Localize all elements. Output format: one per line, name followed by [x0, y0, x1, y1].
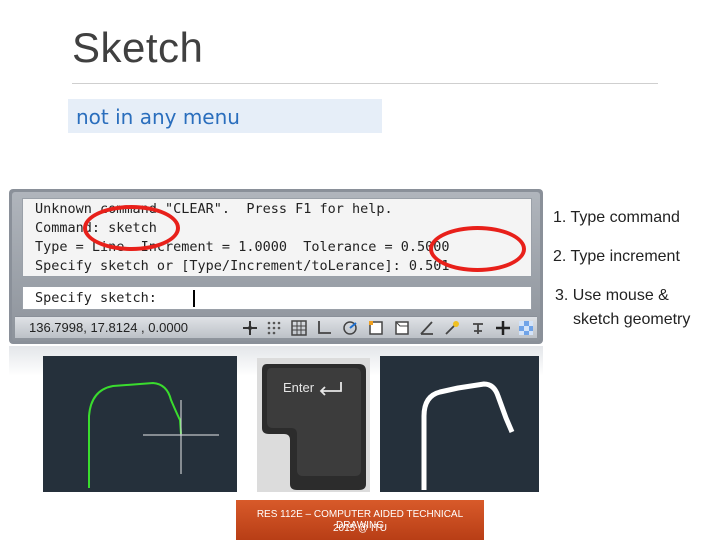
enter-key-label: Enter: [283, 380, 315, 395]
history-line: Specify sketch or [Type/Increment/toLera…: [35, 258, 450, 274]
status-bar: 136.7998, 17.8124 , 0.0000: [15, 316, 537, 338]
footer: RES 112E – COMPUTER AIDED TECHNICAL DRAW…: [236, 500, 484, 540]
polar-icon[interactable]: [341, 319, 359, 337]
command-input[interactable]: Specify sketch:: [22, 286, 532, 310]
history-line: Unknown command "CLEAR". Press F1 for he…: [35, 201, 393, 217]
text-cursor: [193, 290, 195, 307]
snap-icon[interactable]: [241, 319, 259, 337]
step-1: 1. Type command: [553, 209, 680, 226]
highlight-ellipse-tolerance: [429, 226, 526, 272]
command-prompt: Specify sketch:: [35, 290, 157, 306]
3d-osnap-icon[interactable]: [393, 319, 411, 337]
step-3: 3. Use mouse &: [555, 287, 669, 304]
dyn-icon[interactable]: [469, 319, 487, 337]
crosshair-cursor: [143, 400, 219, 474]
highlight-ellipse-command: [83, 205, 180, 251]
grid-icon[interactable]: [290, 319, 308, 337]
transparency-icon[interactable]: [517, 319, 535, 337]
sketch-preview-drawing: [88, 381, 219, 488]
enter-key-icon: Enter: [262, 364, 366, 490]
step-3-continued: sketch geometry: [573, 311, 691, 328]
lineweight-icon[interactable]: [494, 319, 512, 337]
highlight-box: not in any menu: [68, 99, 382, 133]
white-sketch-path: [421, 381, 515, 490]
sketch-result-drawing: [421, 381, 515, 490]
enter-key-photo: Enter: [257, 358, 370, 492]
slide-title: Sketch: [72, 24, 204, 71]
title-rule: [72, 83, 658, 84]
ducs-icon[interactable]: [443, 319, 461, 337]
otrack-icon[interactable]: [418, 319, 436, 337]
sketch-preview-panel: [43, 356, 237, 492]
footer-year: 2015 @ ITU: [332, 523, 388, 534]
step-2: 2. Type increment: [553, 248, 680, 265]
sketch-result-panel: [380, 356, 539, 492]
highlight-text: not in any menu: [76, 105, 240, 129]
coordinate-readout[interactable]: 136.7998, 17.8124 , 0.0000: [29, 320, 188, 335]
ortho-icon[interactable]: [315, 319, 333, 337]
osnap-icon[interactable]: [367, 319, 385, 337]
grid-snap-icon[interactable]: [265, 319, 283, 337]
